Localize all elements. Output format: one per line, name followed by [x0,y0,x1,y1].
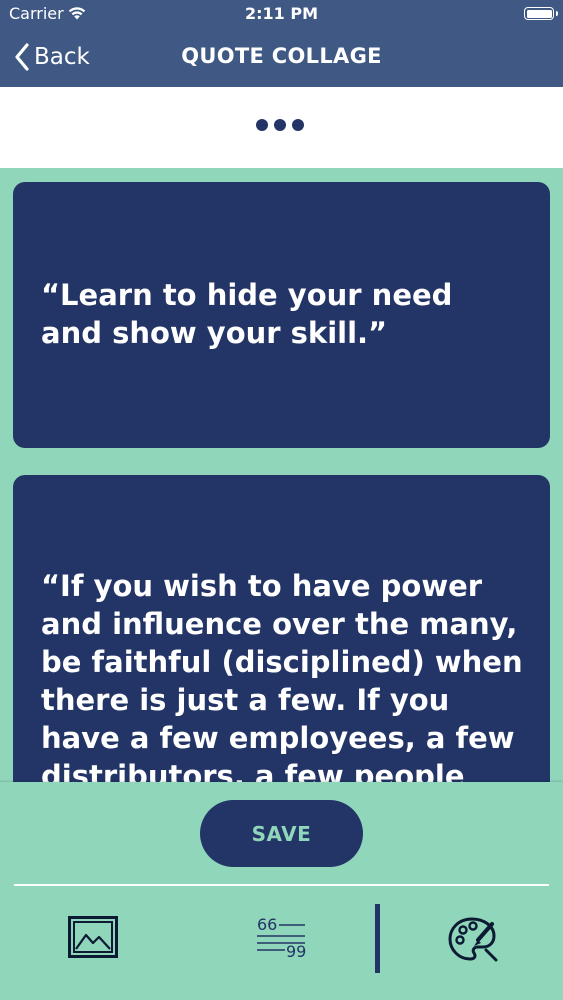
quote-text: “If you wish to have power and influence… [41,569,523,782]
svg-text:99: 99 [286,942,306,958]
quote-text: “Learn to hide your need and show your s… [41,278,453,350]
top-bar: Carrier 2:11 PM Back QUOTE COLLAGE [0,0,563,87]
palette-brush-icon[interactable] [448,916,498,962]
dot [256,119,268,131]
dot [274,119,286,131]
image-icon[interactable] [68,916,118,958]
divider [14,884,549,886]
quote-list[interactable]: “Learn to hide your need and show your s… [0,168,563,782]
battery-icon [524,7,558,20]
dot [292,119,304,131]
save-button[interactable]: SAVE [200,800,363,867]
bottom-panel: SAVE 66 99 [0,782,563,1000]
quote-card[interactable]: “If you wish to have power and influence… [13,475,550,782]
nav-bar: Back QUOTE COLLAGE [0,30,563,87]
quote-card[interactable]: “Learn to hide your need and show your s… [13,182,550,448]
status-time: 2:11 PM [244,4,318,23]
options-strip [0,87,563,168]
toolbar-separator [375,904,380,973]
status-bar: Carrier 2:11 PM [0,0,563,30]
svg-text:66: 66 [257,916,277,934]
page-title: QUOTE COLLAGE [181,44,382,68]
quote-text-icon[interactable]: 66 99 [255,915,307,961]
more-dots-icon[interactable] [256,119,308,133]
